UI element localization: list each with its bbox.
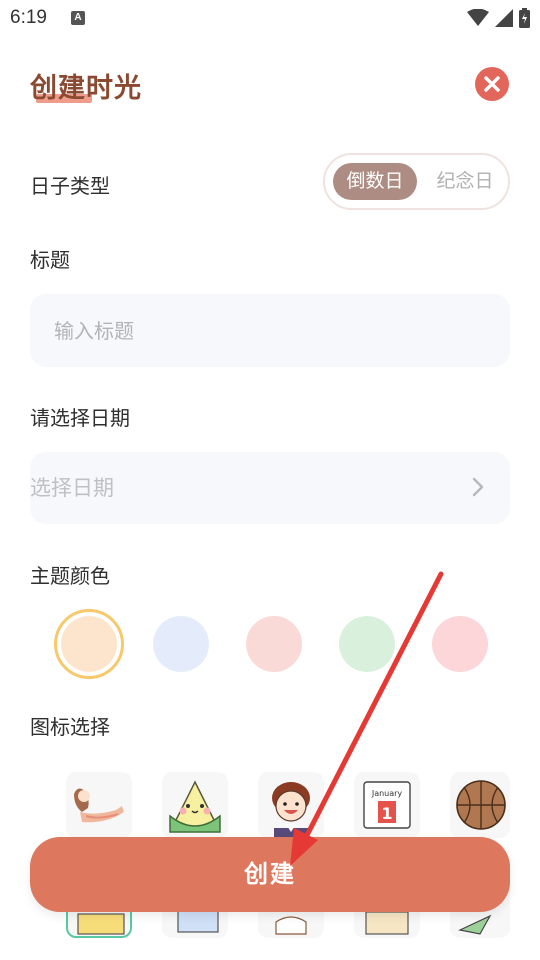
- title-label: 标题: [30, 248, 70, 272]
- color-option-rose[interactable]: [432, 616, 488, 672]
- title-input[interactable]: [30, 294, 510, 367]
- calendar-day-text: 1: [381, 804, 392, 823]
- create-button[interactable]: 创建: [30, 837, 510, 912]
- close-icon: [484, 76, 500, 92]
- calendar-january-icon: January 1: [363, 781, 411, 829]
- close-button[interactable]: [475, 67, 509, 101]
- signal-icon: [495, 9, 513, 27]
- day-type-option-anniversary[interactable]: 纪念日: [425, 163, 505, 200]
- page-title: 创建时光: [30, 73, 142, 104]
- day-type-option-countdown[interactable]: 倒数日: [333, 163, 417, 200]
- theme-color-label: 主题颜色: [30, 564, 110, 588]
- date-placeholder: 选择日期: [30, 476, 114, 500]
- icon-option-basketball[interactable]: [450, 772, 510, 838]
- zongzi-icon: [169, 780, 221, 833]
- notification-a-icon: A: [71, 11, 85, 25]
- cartoon-boy-icon: [272, 782, 310, 838]
- color-option-blue[interactable]: [153, 616, 209, 672]
- yoga-girl-icon: [74, 788, 124, 823]
- icon-option-boy[interactable]: [258, 772, 324, 838]
- icon-option-calendar[interactable]: January 1: [354, 772, 420, 838]
- icon-option-yoga[interactable]: [66, 772, 132, 838]
- chevron-right-icon: [472, 477, 484, 497]
- battery-icon: [519, 8, 530, 28]
- status-icons: [467, 7, 530, 29]
- calendar-month-text: January: [371, 789, 403, 798]
- status-bar: 6:19 A: [0, 0, 540, 36]
- day-type-toggle: 倒数日 纪念日: [323, 153, 510, 210]
- icon-select-label: 图标选择: [30, 715, 110, 739]
- status-time: 6:19: [10, 7, 47, 28]
- color-option-green[interactable]: [339, 616, 395, 672]
- color-option-peach[interactable]: [61, 616, 117, 672]
- wifi-icon: [467, 9, 489, 26]
- date-picker[interactable]: 选择日期: [30, 452, 510, 524]
- day-type-label: 日子类型: [30, 174, 110, 198]
- color-option-pink[interactable]: [246, 616, 302, 672]
- icon-option-zongzi[interactable]: [162, 772, 228, 838]
- title-field: [30, 294, 510, 367]
- basketball-icon: [456, 780, 506, 830]
- date-label: 请选择日期: [30, 406, 130, 430]
